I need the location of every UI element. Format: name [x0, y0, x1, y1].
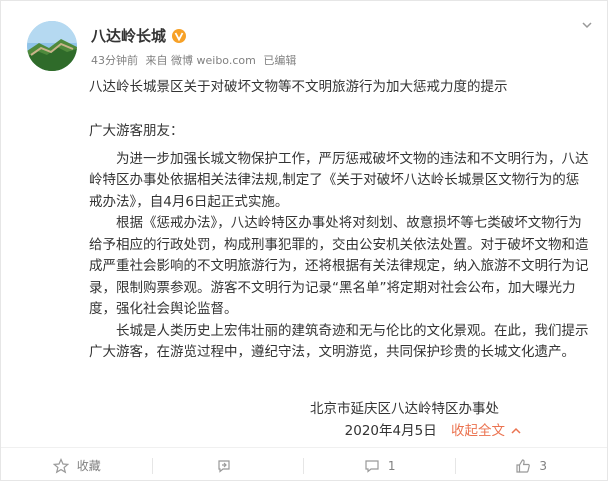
post-date-row: 2020年4月5日 收起全文: [89, 419, 521, 439]
like-count: 3: [539, 458, 548, 473]
chevron-down-icon[interactable]: [581, 19, 593, 31]
like-button[interactable]: 3: [456, 448, 608, 483]
action-bar: 收藏 1 3: [1, 447, 607, 483]
post-body: 广大游客朋友： 为进一步加强长城文物保护工作，严厉惩戒破坏文物的违法和不文明行为…: [89, 121, 589, 364]
star-icon: [52, 457, 69, 473]
post-title: 八达岭长城景区关于对破坏文物等不文明旅游行为加大惩戒力度的提示: [89, 79, 508, 95]
avatar[interactable]: [27, 21, 77, 71]
post-signature: 北京市延庆区八达岭特区办事处: [310, 401, 499, 417]
comment-icon: [365, 459, 379, 473]
post-paragraph: 长城是人类历史上宏伟壮丽的建筑奇迹和无与伦比的文化景观。在此，我们提示广大游客，…: [89, 322, 589, 361]
favorite-button[interactable]: 收藏: [1, 448, 153, 483]
post-source: 来自 微博 weibo.com: [145, 54, 256, 67]
weibo-post-card: 八达岭长城 43分钟前 来自 微博 weibo.com 已编辑 八达岭长城景区关…: [0, 0, 608, 481]
verified-badge-icon: [172, 28, 187, 43]
repost-button[interactable]: [153, 448, 304, 483]
post-paragraph: 根据《惩戒办法》，八达岭特区办事处将对刻划、故意损坏等七类破坏文物行为给予相应的…: [89, 215, 589, 317]
post-time[interactable]: 43分钟前: [91, 54, 138, 67]
collapse-label[interactable]: 收起全文: [451, 423, 505, 439]
post-greeting: 广大游客朋友：: [89, 123, 184, 139]
post-paragraph: 为进一步加强长城文物保护工作，严厉惩戒破坏文物的违法和不文明行为，八达岭特区办事…: [89, 150, 589, 210]
chevron-up-icon[interactable]: [511, 426, 521, 436]
repost-icon: [218, 459, 230, 473]
edited-label[interactable]: 已编辑: [263, 54, 296, 67]
comment-count: 1: [387, 458, 396, 473]
thumbs-up-icon: [516, 458, 531, 473]
account-name[interactable]: 八达岭长城: [91, 25, 166, 46]
favorite-label: 收藏: [76, 459, 101, 473]
comment-button[interactable]: 1: [304, 448, 456, 483]
collapse-button[interactable]: 收起全文: [451, 423, 521, 439]
post-meta: 43分钟前 来自 微博 weibo.com 已编辑: [91, 52, 300, 68]
post-date: 2020年4月5日: [344, 423, 437, 439]
account-header: 八达岭长城: [91, 25, 187, 46]
